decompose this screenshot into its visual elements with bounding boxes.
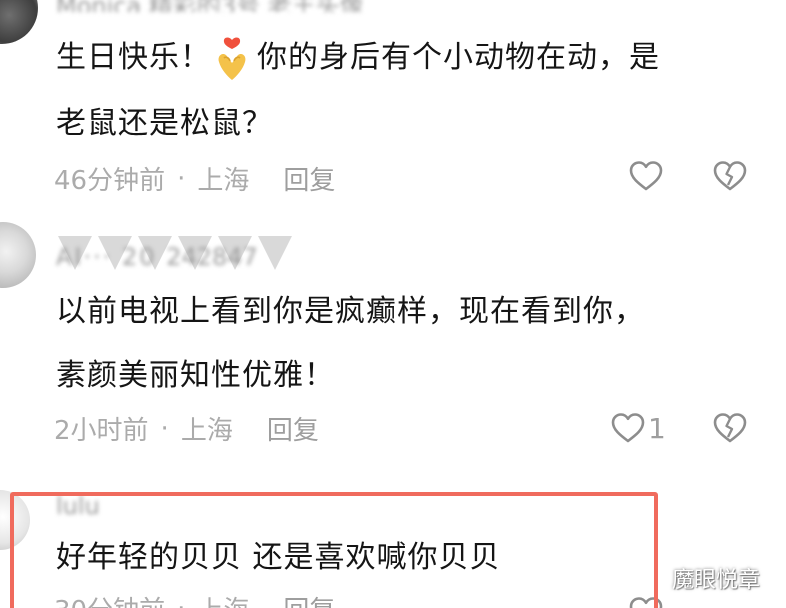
watermark: 魔眼悦章: [672, 568, 761, 593]
avatar[interactable]: [0, 222, 36, 288]
comment-time: 2小时前: [54, 416, 149, 446]
comment-meta: 30分钟前 · 上海 回复: [54, 590, 335, 608]
comment-text-line: 好年轻的贝贝 还是喜欢喊你贝贝: [56, 540, 501, 575]
heart-outline-icon: [611, 413, 645, 443]
meta-separator: ·: [177, 163, 186, 194]
broken-heart-icon: [713, 413, 747, 443]
dislike-button[interactable]: [712, 410, 748, 450]
like-count: 1: [648, 411, 666, 445]
comment-meta: 46分钟前 · 上海 回复: [54, 160, 335, 197]
comment-meta: 2小时前 · 上海 回复: [54, 410, 319, 447]
avatar[interactable]: [0, 490, 30, 550]
username-blurred[interactable]: lulu: [56, 492, 146, 516]
reply-button[interactable]: 回复: [267, 410, 319, 447]
comment-location: 上海: [180, 416, 233, 446]
username-blurred[interactable]: AI··· 20 242847: [56, 243, 346, 275]
comment-text-line: 素颜美丽知性优雅！: [56, 358, 335, 393]
comment-text-line: 老鼠还是松鼠？: [56, 106, 273, 141]
broken-heart-icon: [713, 161, 747, 191]
dislike-button[interactable]: [712, 158, 748, 198]
meta-separator: ·: [177, 594, 185, 608]
reply-button[interactable]: 回复: [283, 160, 335, 197]
heart-outline-icon: [629, 161, 663, 191]
like-button[interactable]: [628, 594, 664, 608]
comment-location: 上海: [197, 590, 249, 608]
like-button[interactable]: [628, 158, 666, 194]
like-button[interactable]: 1: [610, 410, 666, 446]
comment-text-line: 以前电视上看到你是疯癫样，现在看到你，: [56, 294, 645, 329]
reply-button[interactable]: 回复: [283, 590, 335, 608]
comment-time: 46分钟前: [54, 166, 166, 196]
comment-thread: Monica 精彩的3号 老王头像 生日快乐！ 你的身后有个小动物在动，是 老鼠…: [0, 0, 786, 608]
avatar[interactable]: [0, 0, 38, 44]
heart-hands-emoji-icon: [213, 36, 251, 82]
heart-outline-icon: [629, 597, 663, 608]
username-blurred[interactable]: Monica 精彩的3号 老王头像: [56, 0, 386, 12]
comment-location: 上海: [197, 166, 250, 196]
comment-text-line: 生日快乐！ 你的身后有个小动物在动，是: [56, 30, 660, 86]
meta-separator: ·: [160, 413, 169, 444]
comment-time: 30分钟前: [54, 590, 165, 608]
